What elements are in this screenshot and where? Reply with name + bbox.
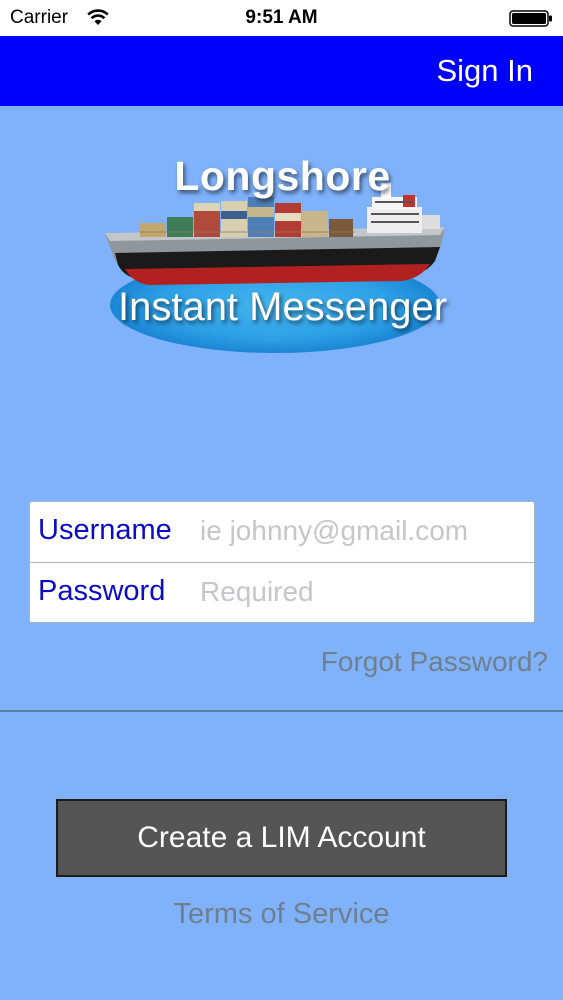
terms-of-service-link[interactable]: Terms of Service bbox=[0, 898, 563, 931]
forgot-password-link[interactable]: Forgot Password? bbox=[321, 646, 548, 678]
app-logo: Longshore Instant Messenger bbox=[85, 145, 480, 360]
password-label: Password bbox=[38, 575, 166, 607]
divider bbox=[0, 710, 563, 712]
password-input[interactable] bbox=[200, 571, 525, 613]
status-time: 9:51 AM bbox=[245, 7, 318, 28]
navigation-bar: Sign In bbox=[0, 36, 563, 106]
logo-title-line2: Instant Messenger bbox=[117, 285, 448, 329]
sign-in-button[interactable]: Sign In bbox=[436, 53, 533, 89]
battery-icon bbox=[509, 10, 552, 27]
username-row: Username bbox=[30, 502, 534, 562]
login-form: Username Password bbox=[29, 501, 535, 623]
username-label: Username bbox=[38, 514, 172, 546]
status-bar: Carrier 9:51 AM bbox=[0, 0, 563, 36]
username-input[interactable] bbox=[200, 510, 525, 552]
create-account-button[interactable]: Create a LIM Account bbox=[56, 799, 507, 877]
logo-title-line1: Longshore bbox=[174, 153, 391, 199]
password-row: Password bbox=[30, 562, 534, 622]
